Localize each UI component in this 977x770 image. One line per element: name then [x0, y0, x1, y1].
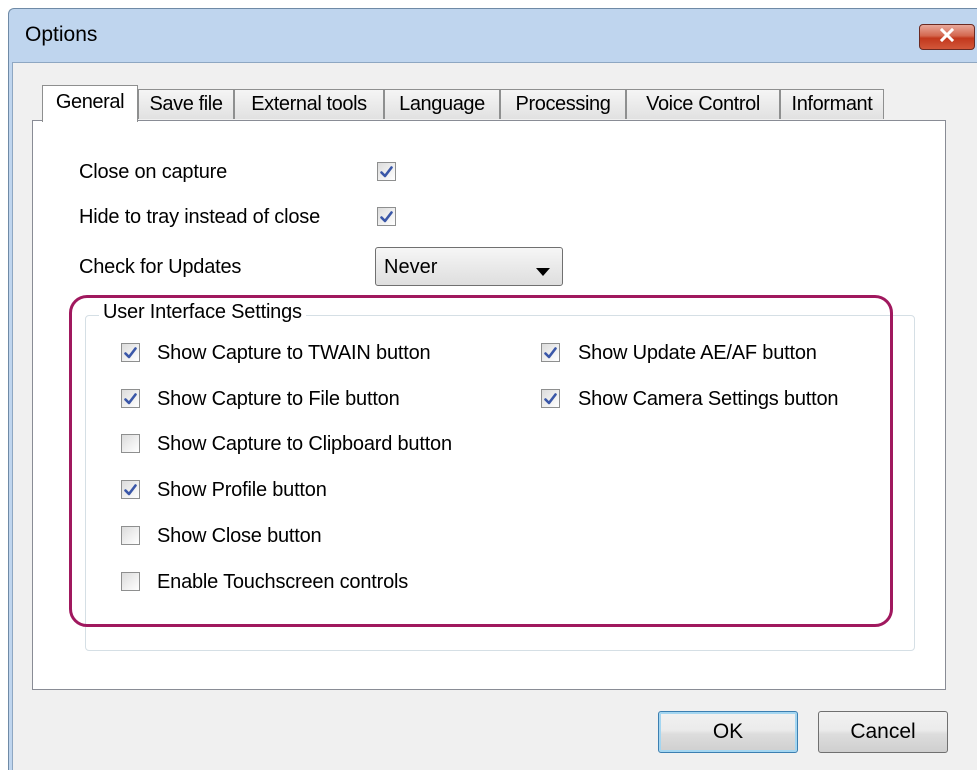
show-file-checkbox[interactable]	[121, 389, 140, 408]
checkmark-icon	[380, 210, 393, 222]
dialog-client-area: General Save file External tools Languag…	[12, 62, 977, 770]
tab-save-file[interactable]: Save file	[138, 89, 234, 119]
hide-to-tray-checkbox[interactable]	[377, 207, 396, 226]
show-profile-checkbox[interactable]	[121, 480, 140, 499]
tab-external-tools[interactable]: External tools	[234, 89, 384, 119]
ui-settings-legend: User Interface Settings	[99, 301, 306, 324]
chevron-down-icon	[536, 263, 550, 281]
touchscreen-checkbox[interactable]	[121, 572, 140, 591]
checkmark-icon	[544, 346, 557, 358]
tab-language[interactable]: Language	[384, 89, 500, 119]
check-updates-dropdown[interactable]: Never	[375, 247, 563, 286]
ok-button[interactable]: OK	[658, 711, 798, 753]
show-camera-settings-label: Show Camera Settings button	[578, 388, 839, 410]
check-updates-label: Check for Updates	[79, 256, 242, 278]
checkmark-icon	[380, 165, 393, 177]
checkmark-icon	[124, 392, 137, 404]
close-on-capture-label: Close on capture	[79, 161, 228, 183]
tab-processing[interactable]: Processing	[500, 89, 626, 119]
show-twain-checkbox[interactable]	[121, 343, 140, 362]
show-update-aeaf-checkbox[interactable]	[541, 343, 560, 362]
show-update-aeaf-label: Show Update AE/AF button	[578, 342, 817, 364]
show-clipboard-label: Show Capture to Clipboard button	[157, 433, 452, 455]
general-tab-panel: Close on capture Hide to tray instead of…	[32, 120, 946, 690]
show-file-label: Show Capture to File button	[157, 388, 400, 410]
dialog-title: Options	[25, 23, 98, 46]
show-clipboard-checkbox[interactable]	[121, 434, 140, 453]
check-updates-value: Never	[384, 256, 438, 278]
close-button[interactable]	[919, 24, 975, 50]
show-camera-settings-checkbox[interactable]	[541, 389, 560, 408]
checkmark-icon	[124, 346, 137, 358]
tab-voice-control[interactable]: Voice Control	[626, 89, 780, 119]
show-profile-label: Show Profile button	[157, 479, 327, 501]
hide-to-tray-label: Hide to tray instead of close	[79, 206, 320, 228]
show-close-checkbox[interactable]	[121, 526, 140, 545]
tab-informant[interactable]: Informant	[780, 89, 884, 119]
close-on-capture-checkbox[interactable]	[377, 162, 396, 181]
touchscreen-label: Enable Touchscreen controls	[157, 571, 409, 593]
tab-general[interactable]: General	[42, 85, 138, 122]
checkmark-icon	[544, 392, 557, 404]
cancel-button[interactable]: Cancel	[818, 711, 948, 753]
show-twain-label: Show Capture to TWAIN button	[157, 342, 431, 364]
options-dialog: Options General Save file External tools…	[8, 8, 977, 770]
close-icon	[939, 27, 955, 47]
show-close-label: Show Close button	[157, 525, 322, 547]
checkmark-icon	[124, 483, 137, 495]
